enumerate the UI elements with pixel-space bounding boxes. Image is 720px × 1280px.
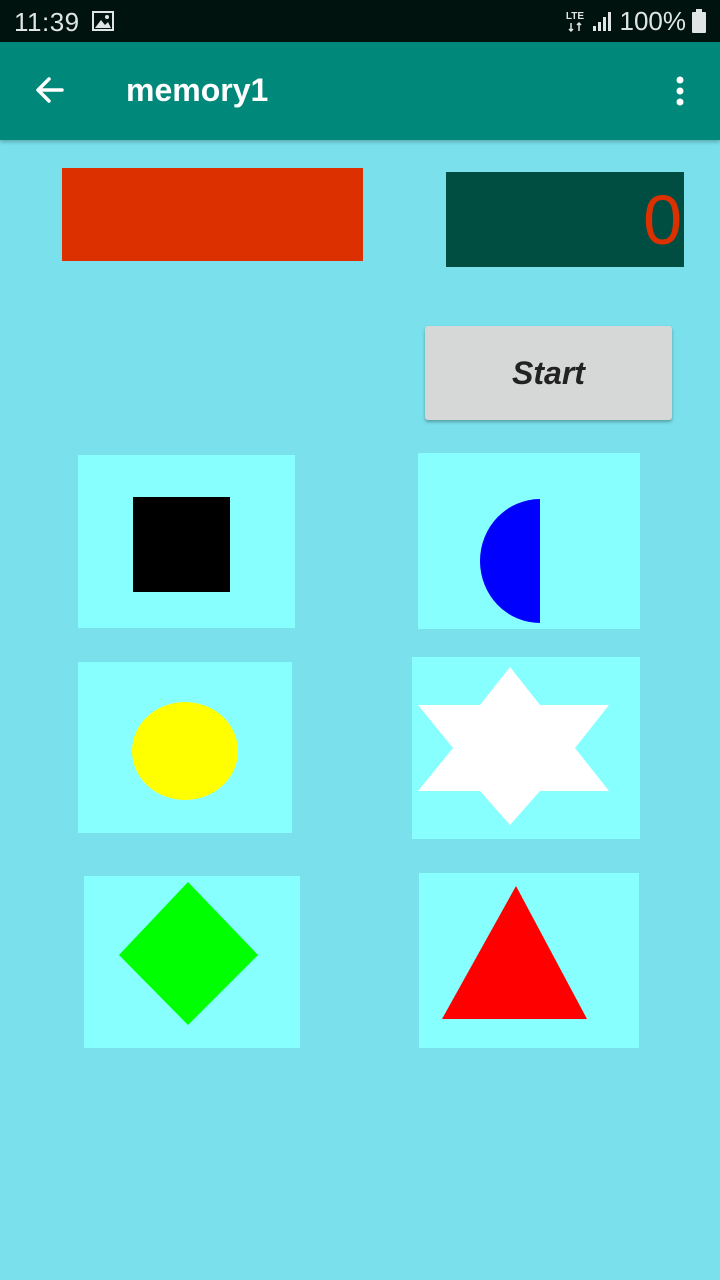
svg-text:LTE: LTE <box>565 11 583 22</box>
triangle-shape <box>442 886 587 1019</box>
card-circle[interactable] <box>78 662 292 833</box>
square-shape <box>133 497 230 592</box>
card-square[interactable] <box>78 455 295 628</box>
back-button[interactable] <box>24 64 76 116</box>
image-icon <box>92 11 114 31</box>
diamond-shape <box>119 882 258 1025</box>
overflow-menu-button[interactable] <box>660 64 700 118</box>
half-circle-shape <box>480 499 540 623</box>
circle-shape <box>132 702 238 800</box>
lte-icon: LTE <box>565 11 584 33</box>
app-title: memory1 <box>126 72 269 108</box>
start-button[interactable]: Start <box>425 326 672 420</box>
status-bar: 11:39 LTE 100% <box>0 0 720 42</box>
score-display: 0 <box>446 172 684 267</box>
card-diamond[interactable] <box>84 876 300 1048</box>
score-value: 0 <box>643 181 682 259</box>
battery-icon <box>692 9 706 33</box>
card-star[interactable] <box>412 657 640 839</box>
status-time: 11:39 <box>14 7 80 37</box>
arrow-back-icon <box>36 77 64 103</box>
battery-percentage: 100% <box>619 5 687 36</box>
card-half-circle[interactable] <box>418 453 640 629</box>
card-triangle[interactable] <box>419 873 639 1048</box>
more-vert-icon <box>676 76 684 106</box>
star-shape <box>418 667 609 825</box>
color-indicator <box>62 168 363 261</box>
status-indicators: LTE 100% <box>564 0 706 42</box>
signal-icon <box>592 12 611 31</box>
app-bar: memory1 <box>0 42 720 140</box>
